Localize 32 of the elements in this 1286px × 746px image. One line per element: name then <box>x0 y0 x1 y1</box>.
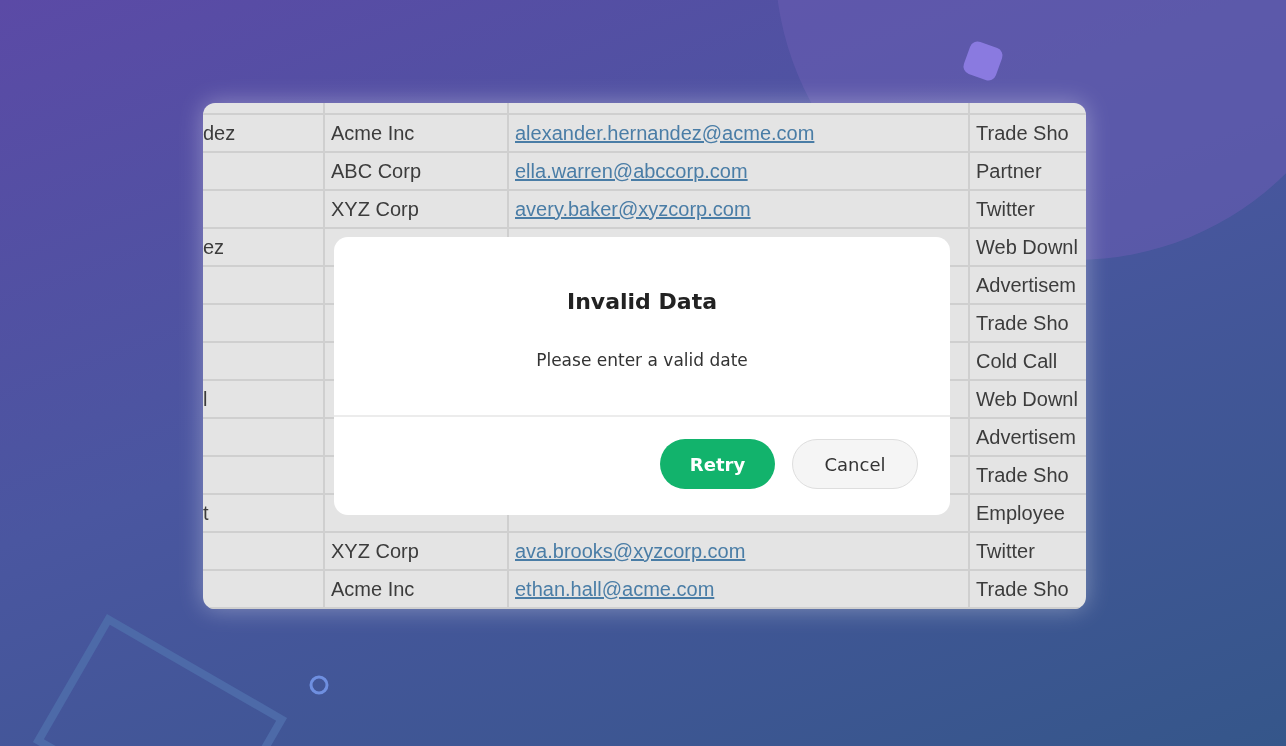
table-cell: Web Downl <box>976 387 1078 411</box>
table-cell: Trade Sho <box>976 311 1069 335</box>
email-link[interactable]: avery.baker@xyzcorp.com <box>515 197 751 221</box>
table-cell: Employee <box>976 501 1065 525</box>
table-cell: ABC Corp <box>331 159 422 183</box>
table-cell: Twitter <box>976 197 1035 221</box>
table-cell: l <box>203 387 208 411</box>
table-cell: t <box>203 501 209 525</box>
table-cell: Acme Inc <box>331 121 415 145</box>
table-cell: Web Downl <box>976 235 1078 259</box>
email-link[interactable]: alexander.hernandez@acme.com <box>515 121 815 145</box>
retry-button[interactable]: Retry <box>660 439 775 489</box>
email-link[interactable]: ava.brooks@xyzcorp.com <box>515 539 746 563</box>
table-cell: ez <box>203 235 225 259</box>
table-cell: dez <box>203 121 236 145</box>
table-cell: XYZ Corp <box>331 197 419 221</box>
email-link[interactable]: ethan.hall@acme.com <box>515 577 715 601</box>
dialog-message: Please enter a valid date <box>536 350 748 370</box>
table-cell: Trade Sho <box>976 577 1069 601</box>
table-cell: XYZ Corp <box>331 539 419 563</box>
table-cell: Partner <box>976 159 1042 183</box>
table-cell: Twitter <box>976 539 1035 563</box>
ring-icon <box>309 675 329 695</box>
table-cell: Advertisem <box>976 425 1077 449</box>
dialog-title: Invalid Data <box>567 289 717 314</box>
cancel-button[interactable]: Cancel <box>792 439 918 489</box>
table-cell: Trade Sho <box>976 121 1069 145</box>
table-cell: Acme Inc <box>331 577 415 601</box>
table-cell: Advertisem <box>976 273 1077 297</box>
email-link[interactable]: ella.warren@abccorp.com <box>515 159 748 183</box>
table-cell: Cold Call <box>976 349 1058 373</box>
table-cell: Trade Sho <box>976 463 1069 487</box>
